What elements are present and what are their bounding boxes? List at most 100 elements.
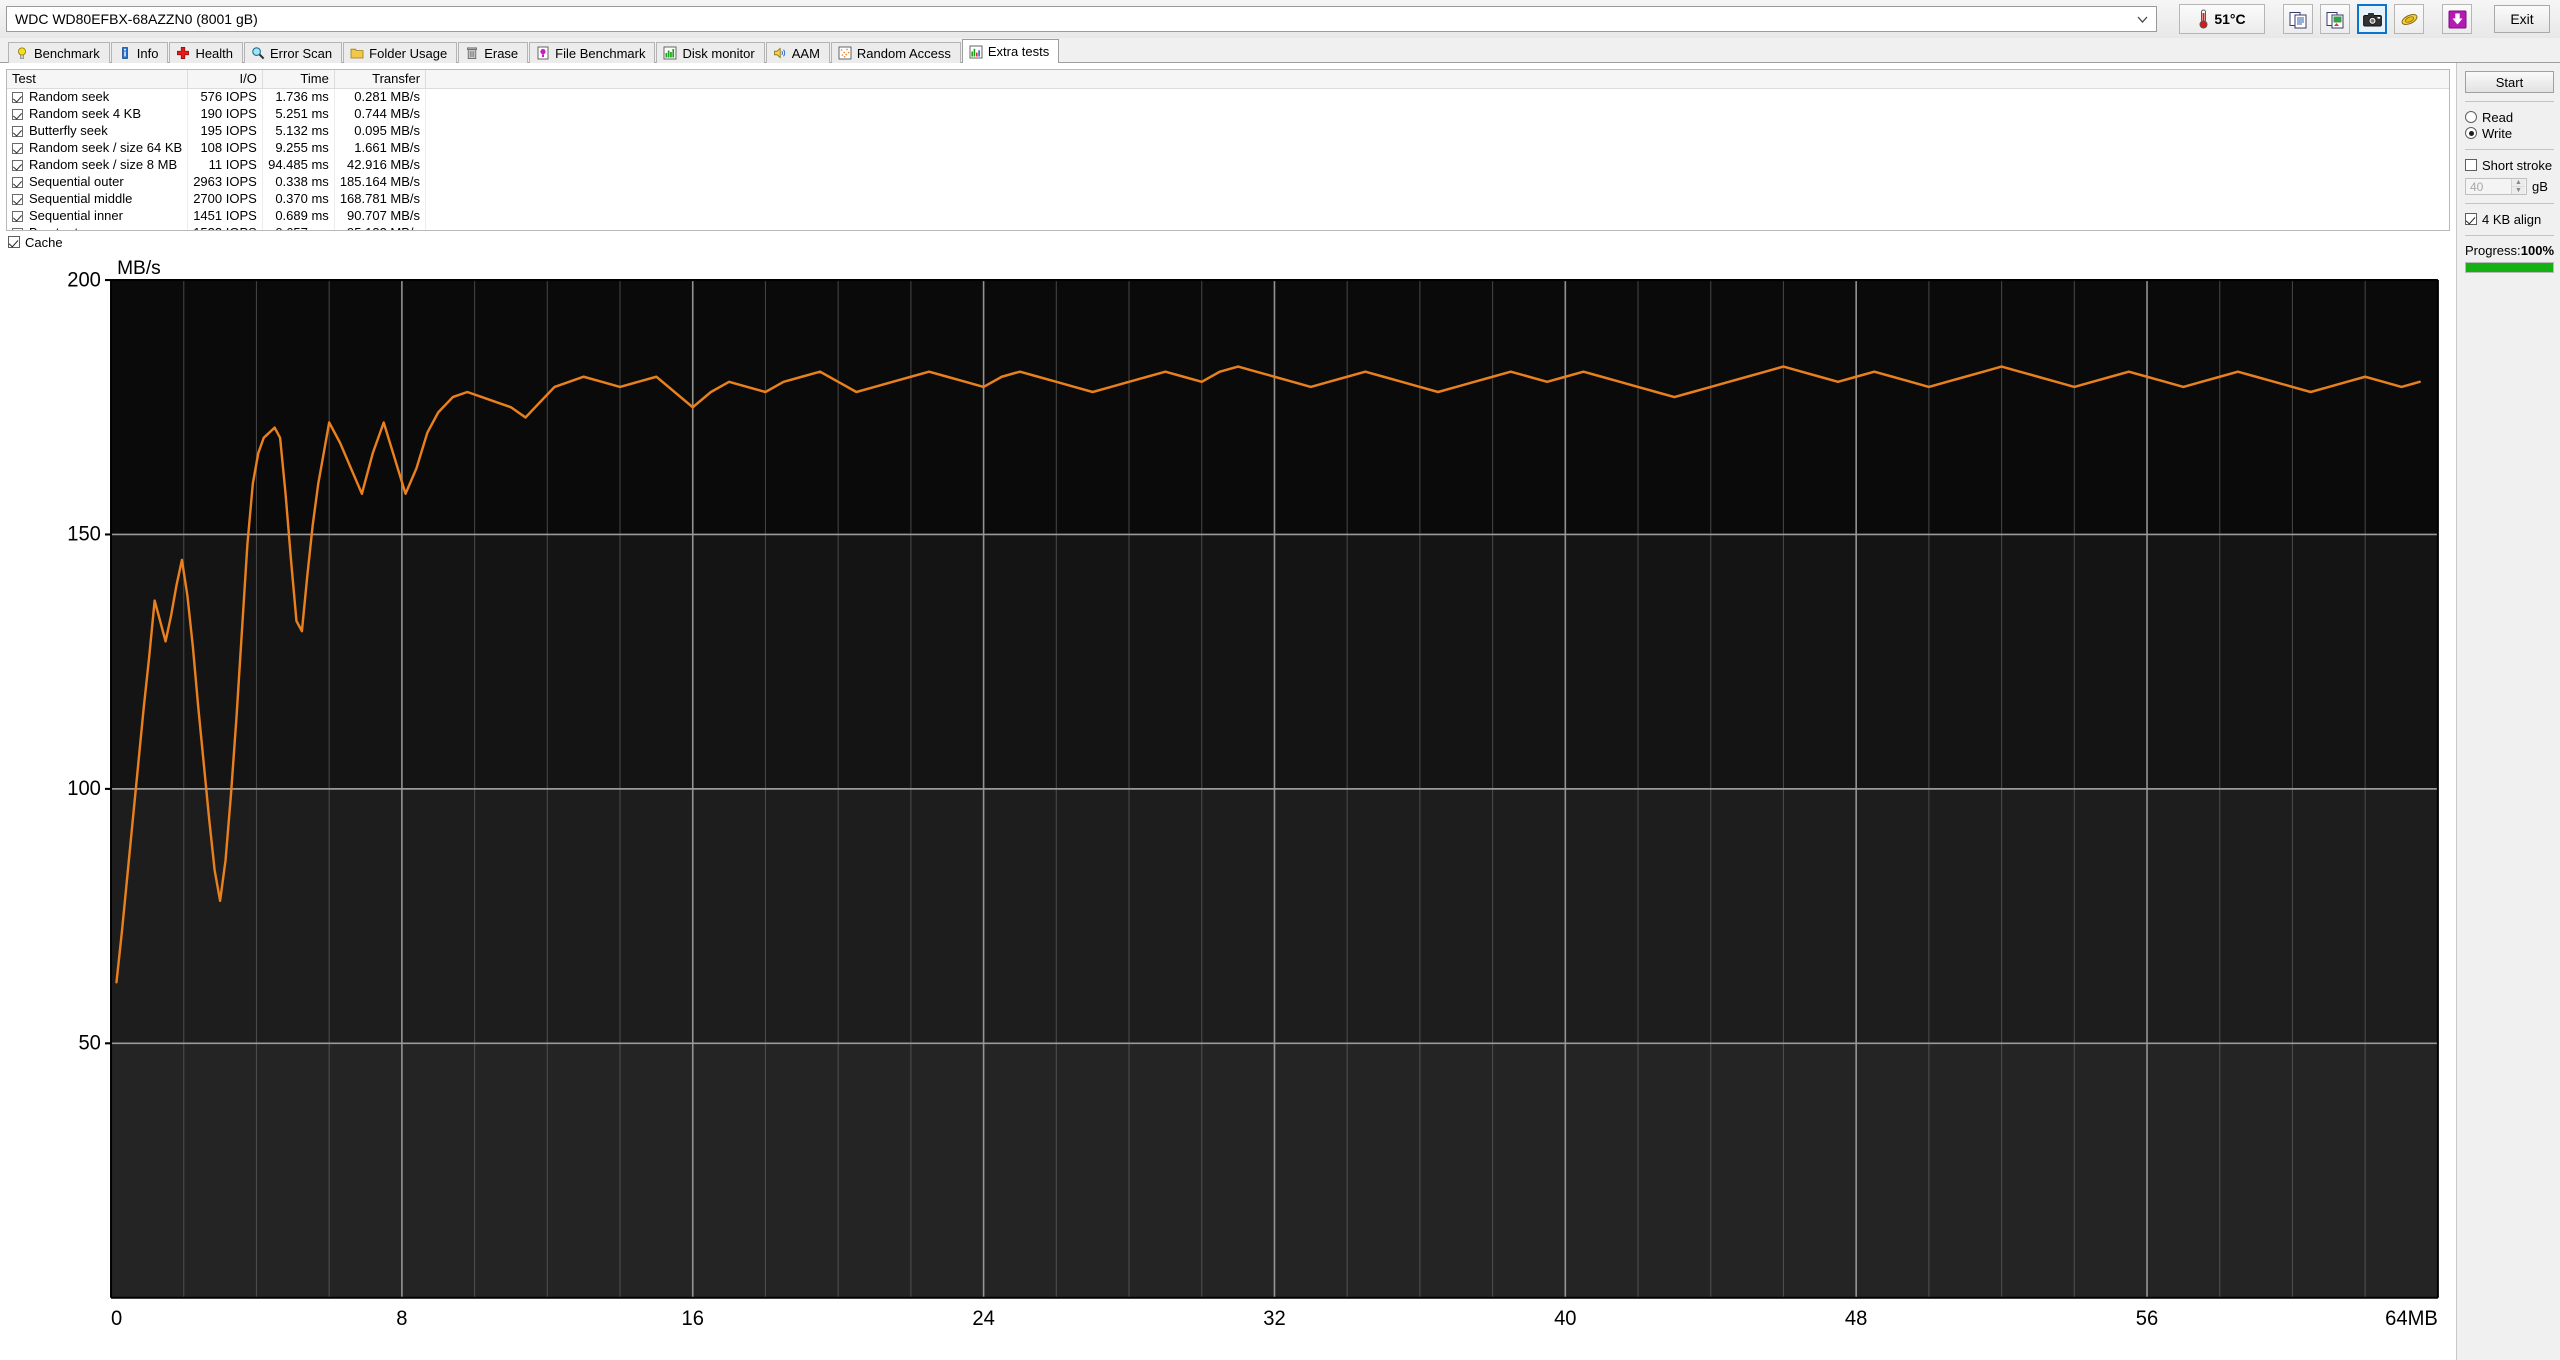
start-button[interactable]: Start [2465,71,2554,93]
row-test-label: Random seek 4 KB [29,106,142,121]
trash-icon [467,47,478,59]
short-stroke-size-row: 40 ▲ ▼ gB [2465,178,2554,195]
row-transfer: 185.164 MB/s [334,173,427,190]
align-checkbox[interactable] [2465,213,2477,225]
table-header-row: Test I/O Time Transfer [7,70,2449,89]
drive-select[interactable]: WDC WD80EFBX-68AZZN0 (8001 gB) [6,6,2157,32]
row-io: 1451 IOPS [187,207,263,224]
cache-label: Cache [25,234,63,250]
exit-button[interactable]: Exit [2494,5,2550,33]
tab-label: Disk monitor [682,45,755,61]
mode-read-option[interactable]: Read [2465,109,2554,125]
dots-icon [838,46,852,60]
mode-write-option[interactable]: Write [2465,125,2554,141]
copy-image-icon[interactable] [2320,4,2350,34]
short-stroke-option[interactable]: Short stroke [2465,157,2554,173]
x-tick-label: 40 [1554,1307,1576,1330]
write-radio[interactable] [2465,127,2477,139]
row-time: 94.485 ms [262,156,335,173]
info-icon [121,47,128,59]
tab-aam[interactable]: AAM [765,42,830,63]
stepper-buttons[interactable]: ▲ ▼ [2511,179,2525,194]
tab-label: AAM [791,45,820,61]
x-tick-label: 8 [396,1307,407,1330]
row-transfer: 1.661 MB/s [334,139,427,156]
progress-row: Progress: 100% [2465,243,2554,258]
col-header-transfer[interactable]: Transfer [334,70,427,89]
stepper-down-icon[interactable]: ▼ [2512,187,2525,194]
table-row[interactable]: Random seek 576 IOPS 1.736 ms 0.281 MB/s [7,88,2449,105]
row-test-label: Sequential middle [29,191,133,206]
top-toolbar: WDC WD80EFBX-68AZZN0 (8001 gB) 51°C Exit [0,0,2560,38]
table-row[interactable]: Sequential inner 1451 IOPS 0.689 ms 90.7… [7,207,2449,224]
divider [2465,203,2554,204]
table-row[interactable]: Random seek 4 KB 190 IOPS 5.251 ms 0.744… [7,105,2449,122]
row-checkbox[interactable] [12,126,23,137]
row-transfer: 0.095 MB/s [334,122,427,139]
tab-extra-tests[interactable]: Extra tests [961,39,1060,63]
control-panel: Start Read Write Short stroke 40 ▲ ▼ gB [2456,63,2560,1360]
copy-text-icon[interactable] [2283,4,2313,34]
money-icon[interactable] [2394,4,2424,34]
short-stroke-checkbox[interactable] [2465,159,2477,171]
row-checkbox[interactable] [12,194,23,205]
table-row[interactable]: Butterfly seek 195 IOPS 5.132 ms 0.095 M… [7,122,2449,139]
x-tick-label: 56 [2136,1307,2158,1330]
results-table-container[interactable]: Test I/O Time Transfer Random seek 576 I… [6,69,2450,231]
row-io: 2963 IOPS [187,173,263,190]
cache-option[interactable]: Cache [6,231,2450,253]
y-tick-label: 200 [67,268,101,291]
temperature-indicator: 51°C [2179,4,2265,34]
thermometer-icon [2199,9,2208,29]
col-header-time[interactable]: Time [262,70,335,89]
download-icon[interactable] [2442,4,2472,34]
chevron-down-icon[interactable] [2128,7,2156,31]
row-checkbox[interactable] [12,177,23,188]
table-row[interactable]: Random seek / size 8 MB 11 IOPS 94.485 m… [7,156,2449,173]
exit-button-label: Exit [2510,11,2534,27]
stepper-up-icon[interactable]: ▲ [2512,179,2525,187]
row-checkbox[interactable] [12,109,23,120]
table-row[interactable]: Burst rate 1522 IOPS 0.657 ms 95.133 MB/… [7,224,2449,230]
stroke-size-unit: gB [2532,179,2548,194]
row-checkbox[interactable] [12,92,23,104]
table-row[interactable]: Random seek / size 64 KB 108 IOPS 9.255 … [7,139,2449,156]
tab-folder-usage[interactable]: Folder Usage [343,42,458,63]
cache-checkbox[interactable] [8,236,20,248]
col-header-test[interactable]: Test [7,70,189,89]
tab-erase[interactable]: Erase [458,42,529,63]
tab-disk-monitor[interactable]: Disk monitor [656,42,765,63]
camera-icon[interactable] [2357,4,2387,34]
row-transfer: 0.281 MB/s [334,88,427,105]
col-header-io[interactable]: I/O [187,70,263,89]
row-time: 0.657 ms [262,224,335,230]
row-transfer: 0.744 MB/s [334,105,427,122]
results-table: Test I/O Time Transfer Random seek 576 I… [7,70,2449,230]
tab-benchmark[interactable]: Benchmark [8,42,110,63]
row-test-label: Sequential inner [29,208,123,223]
row-io: 2700 IOPS [187,190,263,207]
row-test-label: Sequential outer [29,174,124,189]
tab-file-benchmark[interactable]: File Benchmark [529,42,656,63]
drive-select-value: WDC WD80EFBX-68AZZN0 (8001 gB) [15,11,258,27]
tab-error-scan[interactable]: Error Scan [244,42,343,63]
row-time: 5.251 ms [262,105,335,122]
table-row[interactable]: Sequential middle 2700 IOPS 0.370 ms 168… [7,190,2449,207]
row-test-label: Random seek [29,89,110,105]
row-io: 195 IOPS [187,122,263,139]
row-checkbox[interactable] [12,211,23,222]
temperature-value: 51°C [2214,11,2246,27]
table-row[interactable]: Sequential outer 2963 IOPS 0.338 ms 185.… [7,173,2449,190]
tab-label: Folder Usage [369,45,448,61]
magnifier-icon [252,47,265,60]
tab-random-access[interactable]: Random Access [830,42,961,63]
tab-info[interactable]: Info [110,42,169,63]
align-option[interactable]: 4 KB align [2465,211,2554,227]
tab-health[interactable]: Health [169,42,244,63]
file-bulb-icon [537,46,549,60]
start-button-label: Start [2495,74,2524,90]
read-radio[interactable] [2465,111,2477,123]
row-checkbox[interactable] [12,160,23,171]
stroke-size-stepper[interactable]: 40 ▲ ▼ [2465,178,2527,195]
row-checkbox[interactable] [12,143,23,154]
